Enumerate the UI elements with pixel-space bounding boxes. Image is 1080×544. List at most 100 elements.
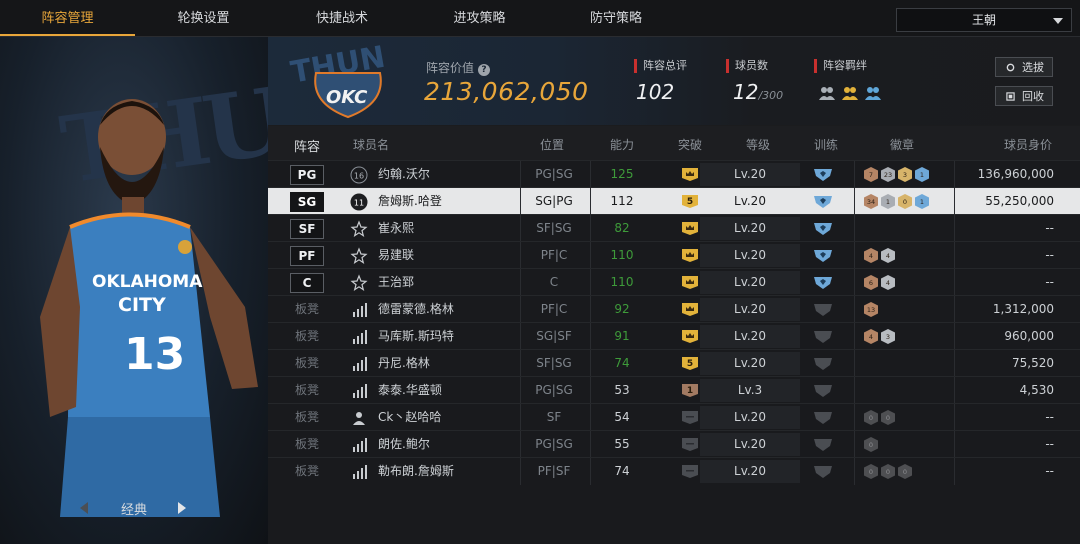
badge-icon[interactable]: 6 xyxy=(864,275,878,290)
divider xyxy=(954,431,955,458)
roster-table: 阵容 球员名 位置 能力 突破 等级 训练 徽章 球员身价 PG 16 约翰.沃尔 P… xyxy=(268,126,1080,544)
badge-icon[interactable]: 4 xyxy=(864,329,878,344)
training-shield-icon[interactable] xyxy=(814,221,832,235)
breakthrough-level-icon: 5 xyxy=(682,195,698,208)
bond-blue-icon[interactable] xyxy=(864,85,882,101)
divider xyxy=(854,323,855,350)
badge-icon[interactable]: 3 xyxy=(898,167,912,182)
training-shield-icon[interactable] xyxy=(814,275,832,289)
badge-icon[interactable]: 4 xyxy=(864,248,878,263)
badge-icon[interactable]: 23 xyxy=(881,167,895,182)
player-name[interactable]: 马库斯.斯玛特 xyxy=(378,323,454,350)
jersey-number-icon: 16 xyxy=(350,166,368,184)
table-row[interactable]: 板凳 丹尼.格林 SF|SG 74 5 Lv.20 75,520 xyxy=(268,349,1080,377)
training-shield-icon[interactable] xyxy=(814,410,832,424)
badge-icon[interactable]: 0 xyxy=(898,464,912,479)
table-row[interactable]: 板凳 朗佐.鲍尔 PG|SG 55 Lv.20 0 -- xyxy=(268,430,1080,458)
bond-gray-icon[interactable] xyxy=(818,85,836,101)
player-name[interactable]: Ck丶赵哈哈 xyxy=(378,404,441,431)
table-row[interactable]: C 王治郅 C 110 Lv.20 6 4 -- xyxy=(268,268,1080,296)
training-shield-icon[interactable] xyxy=(814,329,832,343)
training-shield-icon[interactable] xyxy=(814,302,832,316)
player-name[interactable]: 朗佐.鲍尔 xyxy=(378,431,430,458)
player-position: SG|SF xyxy=(536,329,572,343)
col-ability: 能力 xyxy=(610,138,635,152)
crown-icon xyxy=(682,249,698,262)
svg-text:0: 0 xyxy=(869,441,873,449)
badge-icon[interactable]: 4 xyxy=(881,275,895,290)
player-name[interactable]: 丹尼.格林 xyxy=(378,350,430,377)
badge-icon[interactable]: 0 xyxy=(864,410,878,425)
tab-offense[interactable]: 进攻策略 xyxy=(412,0,547,36)
player-ability: 54 xyxy=(614,410,630,424)
badge-icon[interactable]: 7 xyxy=(864,167,878,182)
table-row[interactable]: 板凳 马库斯.斯玛特 SG|SF 91 Lv.20 4 3 960,000 xyxy=(268,322,1080,350)
svg-text:3: 3 xyxy=(886,333,890,341)
badge-icon[interactable]: 0 xyxy=(864,437,878,452)
tab-defense[interactable]: 防守策略 xyxy=(547,0,685,36)
badge-icon[interactable]: 4 xyxy=(881,248,895,263)
table-row[interactable]: PG 16 约翰.沃尔 PG|SG 125 Lv.20 7 23 3 1 136,960,000 xyxy=(268,160,1080,188)
slot-badge: PG xyxy=(290,165,324,185)
tab-lineup[interactable]: 阵容管理 xyxy=(0,0,135,36)
badge-icon[interactable]: 0 xyxy=(881,410,895,425)
bench-label: 板凳 xyxy=(295,410,320,424)
player-name[interactable]: 勒布朗.詹姆斯 xyxy=(378,458,454,485)
svg-text:CITY: CITY xyxy=(118,294,166,316)
next-card-button[interactable] xyxy=(178,502,186,514)
player-name[interactable]: 詹姆斯.哈登 xyxy=(378,188,442,215)
badge-icon[interactable]: 0 xyxy=(898,194,912,209)
player-position: SF xyxy=(546,410,562,424)
team-dropdown[interactable]: 王朝 xyxy=(896,8,1072,32)
player-value: 1,312,000 xyxy=(992,302,1054,316)
badge-icon[interactable]: 13 xyxy=(864,302,878,317)
table-row[interactable]: 板凳 Ck丶赵哈哈 SF 54 Lv.20 0 0 -- xyxy=(268,403,1080,431)
badge-icon[interactable]: 1 xyxy=(881,194,895,209)
player-ability: 92 xyxy=(614,302,630,316)
svg-text:1: 1 xyxy=(920,171,924,179)
divider xyxy=(854,242,855,269)
help-icon[interactable]: ? xyxy=(478,64,491,76)
training-shield-icon[interactable] xyxy=(814,167,832,181)
table-row[interactable]: PF 易建联 PF|C 110 Lv.20 4 4 -- xyxy=(268,241,1080,269)
bench-label: 板凳 xyxy=(295,437,320,451)
player-name[interactable]: 泰泰.华盛顿 xyxy=(378,377,442,404)
player-name[interactable]: 易建联 xyxy=(378,242,414,269)
scout-button[interactable]: 选拔 xyxy=(995,57,1053,77)
badge-icon[interactable]: 0 xyxy=(881,464,895,479)
training-shield-icon[interactable] xyxy=(814,356,832,370)
player-level: Lv.20 xyxy=(734,437,766,451)
training-shield-icon[interactable] xyxy=(814,383,832,397)
table-row[interactable]: SF 崔永熙 SF|SG 82 Lv.20 -- xyxy=(268,214,1080,242)
training-shield-icon[interactable] xyxy=(814,464,832,478)
recycle-button[interactable]: 回收 xyxy=(995,86,1053,106)
badge-icon[interactable]: 3 xyxy=(881,329,895,344)
breakthrough-empty-icon xyxy=(682,438,698,451)
table-row[interactable]: SG 11 詹姆斯.哈登 SG|PG 112 5 Lv.20 34 1 0 1 55,250,000 xyxy=(268,187,1080,215)
table-row[interactable]: 板凳 德雷蒙德.格林 PF|C 92 Lv.20 13 1,312,000 xyxy=(268,295,1080,323)
training-shield-icon[interactable] xyxy=(814,437,832,451)
badge-icon[interactable]: 1 xyxy=(915,167,929,182)
tab-quick-tactics[interactable]: 快捷战术 xyxy=(272,0,412,36)
badge-icon[interactable]: 0 xyxy=(864,464,878,479)
player-value: 55,250,000 xyxy=(985,194,1054,208)
player-name[interactable]: 德雷蒙德.格林 xyxy=(378,296,454,323)
training-shield-icon[interactable] xyxy=(814,194,832,208)
signal-bars-icon xyxy=(353,438,367,452)
bond-gold-icon[interactable] xyxy=(841,85,859,101)
divider xyxy=(954,296,955,323)
table-row[interactable]: 板凳 勒布朗.詹姆斯 PF|SF 74 Lv.20 0 0 0 -- xyxy=(268,457,1080,485)
crown-icon xyxy=(682,276,698,289)
badge-icon[interactable]: 34 xyxy=(864,194,878,209)
svg-text:OKC: OKC xyxy=(326,87,368,108)
divider xyxy=(954,215,955,242)
player-level: Lv.20 xyxy=(734,221,766,235)
player-name[interactable]: 崔永熙 xyxy=(378,215,414,242)
training-shield-icon[interactable] xyxy=(814,248,832,262)
table-row[interactable]: 板凳 泰泰.华盛顿 PG|SG 53 1 Lv.3 4,530 xyxy=(268,376,1080,404)
tab-rotation[interactable]: 轮换设置 xyxy=(135,0,272,36)
player-name[interactable]: 王治郅 xyxy=(378,269,414,296)
player-position: PG|SG xyxy=(535,167,573,181)
badge-icon[interactable]: 1 xyxy=(915,194,929,209)
player-name[interactable]: 约翰.沃尔 xyxy=(378,161,430,188)
